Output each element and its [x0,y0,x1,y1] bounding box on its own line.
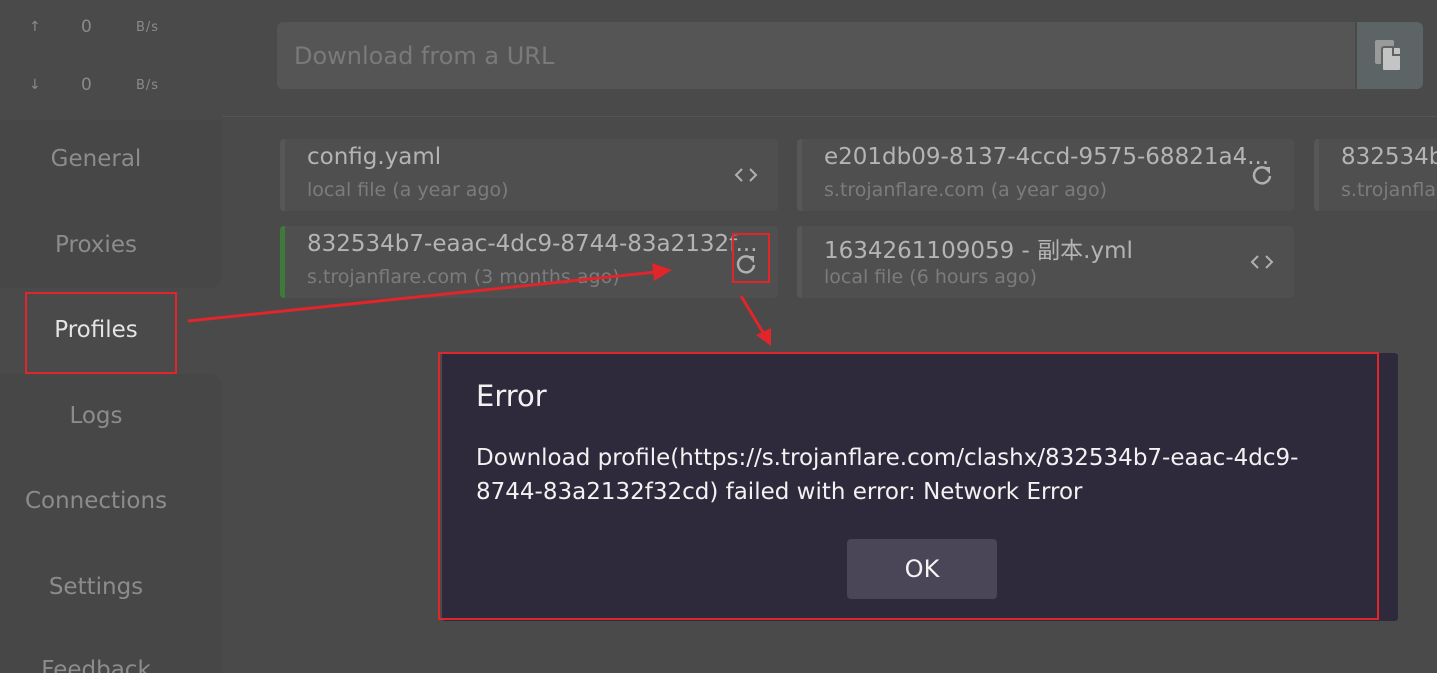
download-url-input[interactable] [277,22,1355,89]
upload-unit: B/s [136,20,160,35]
profile-source: s.trojanflare.com (3 months ago) [307,266,620,288]
annotation-arrow-head [756,328,771,346]
paste-button[interactable] [1357,22,1423,89]
profile-name: config.yaml [307,144,442,170]
code-icon[interactable] [732,161,760,189]
nav-logs[interactable]: Logs [0,386,192,446]
download-unit: B/s [136,78,160,93]
download-speed: ↓ 0 B/s [0,75,222,99]
header-divider [222,116,1437,117]
sidebar: ↑ 0 B/s ↓ 0 B/s General Proxies Profiles… [0,0,222,673]
nav-feedback[interactable]: Feedback [0,640,192,673]
download-arrow-icon: ↓ [29,77,41,93]
profile-source: s.trojanflare.com (a year ago) [824,179,1107,201]
upload-arrow-icon: ↑ [29,19,41,35]
profile-name: 832534b7 [1341,144,1437,170]
nav-proxies[interactable]: Proxies [0,215,192,275]
nav-profiles[interactable]: Profiles [0,300,192,360]
nav-connections[interactable]: Connections [0,471,192,531]
profile-name: 1634261109059 - 副本.yml [824,238,1133,264]
profile-source: s.trojanflar [1341,179,1437,201]
paste-icon [1375,40,1402,72]
dialog-title: Error [476,379,547,413]
nav-general[interactable]: General [0,129,192,189]
nav-settings[interactable]: Settings [0,557,192,617]
refresh-icon[interactable] [1248,161,1276,189]
error-dialog: Error Download profile(https://s.trojanf… [442,353,1398,621]
profile-source: local file (a year ago) [307,179,509,201]
profile-card[interactable]: 832534b7 s.trojanflar [1314,139,1437,211]
profile-name: 832534b7-eaac-4dc9-8744-83a2132f... [307,231,758,257]
profile-card[interactable]: 1634261109059 - 副本.yml local file (6 hou… [797,226,1294,298]
dialog-message: Download profile(https://s.trojanflare.c… [476,445,1299,505]
profile-name: e201db09-8137-4ccd-9575-68821a4... [824,144,1270,170]
profile-card[interactable]: config.yaml local file (a year ago) [280,139,778,211]
refresh-icon[interactable] [732,250,760,278]
profile-card[interactable]: e201db09-8137-4ccd-9575-68821a4... s.tro… [797,139,1294,211]
annotation-arrow-line [739,295,766,335]
code-icon[interactable] [1248,248,1276,276]
download-value: 0 [81,75,92,95]
upload-value: 0 [81,17,92,37]
ok-button[interactable]: OK [847,539,997,599]
upload-speed: ↑ 0 B/s [0,17,222,41]
profile-source: local file (6 hours ago) [824,266,1038,288]
app-window: ↑ 0 B/s ↓ 0 B/s General Proxies Profiles… [0,0,1437,673]
profile-card-selected[interactable]: 832534b7-eaac-4dc9-8744-83a2132f... s.tr… [280,226,778,298]
